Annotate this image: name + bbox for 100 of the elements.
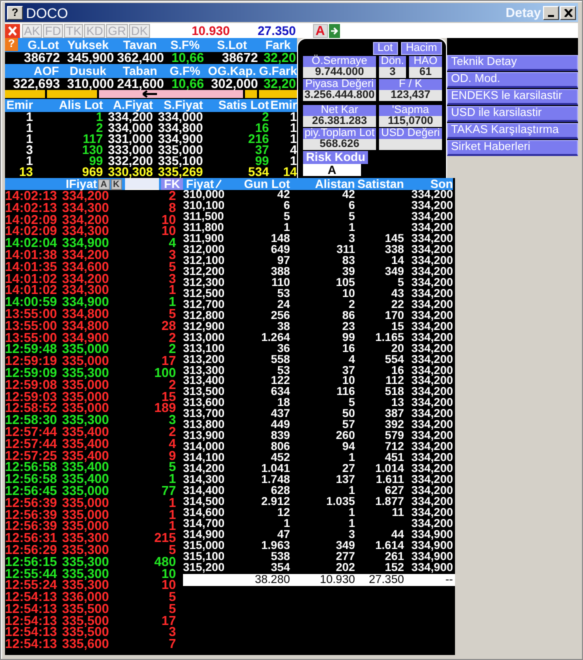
trade-price: 335,000 (62, 343, 110, 356)
column-header[interactable]: Gun Lot (227, 178, 290, 190)
close-button[interactable] (560, 6, 576, 20)
table-cell-text: 6 (282, 200, 290, 212)
table-cell-text: 334,200 (410, 453, 453, 464)
table-cell-text: 334,200 (410, 475, 453, 486)
menu-item[interactable]: USD ile karsilastir (447, 106, 578, 122)
table-cell-text: 37 (341, 366, 355, 376)
table-cell-text: 53 (276, 288, 290, 300)
table-cell-text: 334,900 (410, 541, 453, 552)
buy-total: 10.930 (190, 24, 231, 38)
value-field: 61 (409, 67, 442, 78)
table-cell-text: 24 (276, 300, 290, 311)
table-cell-text: 334,200 (410, 300, 453, 311)
stat-label: S.F% (165, 38, 205, 52)
table-cell-text: 313,700 (183, 409, 226, 420)
table-cell-text: 43 (390, 288, 404, 300)
trade-lot: 10 (162, 568, 176, 580)
column-header: A.Fiyat (103, 99, 153, 112)
menu-item[interactable]: OD. Mod. (447, 72, 578, 88)
trade-price: 335,300 (62, 568, 110, 580)
toggle-button[interactable]: Hacim (400, 42, 442, 55)
table-cell-text: 387 (384, 409, 404, 420)
help-button[interactable]: ? (7, 6, 23, 20)
table-cell-text: 388 (270, 266, 290, 278)
menu-item[interactable]: TAKAS Karşılaştırma (447, 123, 578, 139)
filter-button[interactable]: A (98, 178, 110, 190)
table-cell-text: 261 (384, 552, 404, 563)
stat-label: Tavan (115, 38, 165, 52)
trade-time: 14:01:02 (5, 284, 58, 296)
toggle-button[interactable]: Lot (372, 42, 398, 55)
table-cell-text: 2 (96, 123, 103, 134)
table-cell-text: 334,200 (410, 244, 453, 256)
trade-lot: 100 (153, 366, 176, 379)
field-label: Ö.Sermaye (303, 56, 376, 67)
table-cell-text: 313,400 (183, 376, 226, 388)
table-cell-text: 311,800 (183, 222, 225, 234)
table-cell-text: 313,300 (183, 366, 226, 376)
table-cell-text: 1 (348, 486, 355, 498)
help-button[interactable]: ? (5, 38, 18, 51)
a-button[interactable]: A (312, 24, 328, 38)
stat-value: 241,600 (116, 78, 165, 90)
table-cell-text: 334,200 (410, 288, 453, 300)
menu-item[interactable]: Teknik Detay (447, 55, 578, 71)
stat-label: Fark (259, 38, 297, 52)
trade-lot: 3 (168, 626, 176, 638)
filter-button[interactable]: FK (161, 178, 183, 190)
table-cell-text: 117 (82, 134, 103, 145)
table-cell-text: 334,200 (410, 508, 453, 520)
table-cell-text: 216 (247, 134, 269, 145)
table-cell-text: 538 (270, 552, 290, 563)
table-cell-text: 116 (335, 387, 355, 398)
stat-value: 10,66 (170, 52, 205, 64)
table-cell-text: 83 (341, 256, 355, 267)
column-header: Satis Lot (203, 99, 269, 112)
trade-price: 335,000 (62, 520, 110, 532)
table-cell-text: 334,200 (410, 519, 453, 530)
table-cell-text: 2 (262, 112, 269, 123)
value-field: 568.626 (303, 139, 376, 150)
total-cell-text: 534 (247, 167, 269, 178)
field-label: Piyasa Değeri (303, 79, 376, 90)
table-cell-text: 5 (348, 398, 355, 410)
minimize-button[interactable] (543, 6, 559, 20)
trade-time: 14:00:59 (5, 296, 58, 308)
table-cell-text: 1.877 (374, 497, 404, 508)
table-cell-text: 334,200 (410, 366, 453, 376)
trade-price: 334,200 (62, 190, 110, 202)
stat-label: AOF (5, 64, 61, 78)
trade-lot: 2 (168, 343, 176, 356)
menu-item[interactable]: ENDEKS le karsilastir (447, 89, 578, 105)
table-cell-text: 334,800 (156, 123, 203, 134)
column-header[interactable]: Son (404, 178, 453, 190)
stat-label: Taban (115, 64, 165, 78)
trade-lot: 5 (168, 461, 176, 474)
close-icon[interactable] (5, 24, 20, 38)
trade-time: 12:54:13 (5, 591, 58, 603)
table-cell-text: 15 (390, 322, 404, 333)
trade-time: 12:59:03 (5, 390, 58, 402)
stat-value: 10,66 (170, 78, 205, 90)
table-cell-text: 4 (289, 145, 297, 156)
column-header[interactable]: Alistan (290, 178, 355, 190)
table-cell-text: 558 (270, 354, 290, 366)
table-cell-text: 16 (255, 123, 269, 134)
table-cell-text: 314,700 (183, 519, 226, 530)
menu-item[interactable]: Sirket Haberleri (447, 140, 578, 156)
table-cell-text: 94 (341, 442, 355, 454)
table-cell-text: 334,200 (410, 442, 453, 454)
column-header[interactable]: Satistan (355, 178, 404, 190)
table-cell-text: 452 (270, 453, 290, 464)
table-cell-text: 99 (341, 332, 355, 344)
trade-lot: 15 (162, 390, 176, 402)
filter-field[interactable] (125, 178, 159, 190)
table-cell-text: 148 (270, 234, 290, 245)
filter-button[interactable]: K (110, 178, 122, 190)
trade-price: 335,000 (62, 484, 110, 497)
value-field: A (303, 164, 361, 176)
arrow-icon[interactable] (328, 24, 340, 38)
table-cell-text: 312,000 (183, 244, 226, 256)
table-cell-text: 334,200 (410, 222, 453, 234)
trade-lot: 1 (168, 284, 176, 296)
